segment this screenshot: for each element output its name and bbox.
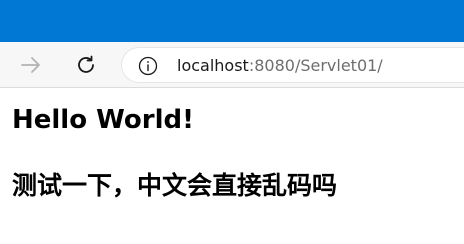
page-content: Hello World! 测试一下，中文会直接乱码吗 bbox=[0, 89, 464, 244]
url-text[interactable]: localhost:8080/Servlet01/ bbox=[177, 56, 383, 76]
url-host: localhost bbox=[177, 56, 249, 75]
forward-button[interactable] bbox=[15, 49, 47, 81]
page-subheading: 测试一下，中文会直接乱码吗 bbox=[12, 171, 338, 200]
reload-button[interactable] bbox=[70, 49, 102, 81]
reload-icon bbox=[78, 55, 94, 73]
url-path: :8080/Servlet01/ bbox=[248, 56, 383, 75]
address-bar[interactable]: localhost:8080/Servlet01/ bbox=[121, 47, 464, 83]
arrow-right-icon bbox=[21, 57, 40, 73]
page-heading: Hello World! bbox=[12, 105, 194, 135]
browser-title-bar bbox=[0, 0, 464, 42]
info-icon[interactable] bbox=[138, 56, 158, 76]
browser-toolbar: localhost:8080/Servlet01/ bbox=[0, 42, 464, 88]
